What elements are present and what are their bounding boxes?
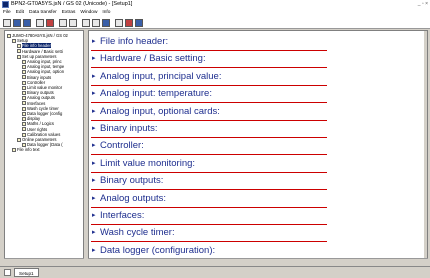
tree-horizontal-scrollbar[interactable] [4, 258, 84, 264]
bullet-arrow-icon: ▸ [92, 159, 96, 167]
settings-icon[interactable] [115, 19, 123, 27]
tree-item-label: File info text [17, 147, 40, 153]
tree-view[interactable]: JUMO-4780A5YS.jsN / GS 02 Setup File info … [4, 30, 84, 260]
menu-item-window[interactable]: Window [80, 10, 97, 15]
section-heading-label: File info header: [100, 36, 169, 47]
section-heading[interactable]: ▸ Binary inputs: [91, 120, 327, 138]
section-heading-label: Hardware / Basic setting: [100, 53, 206, 65]
print-icon[interactable] [36, 19, 44, 27]
bullet-arrow-icon: ▸ [92, 246, 96, 254]
section-heading-label: Data logger (configuration): [100, 244, 216, 256]
section-heading-label: Wash cycle timer: [100, 227, 175, 239]
open-icon[interactable] [13, 19, 21, 27]
section-heading-label: Analog outputs: [100, 192, 167, 204]
section-heading-label: Interfaces: [100, 210, 145, 221]
content-pane: ▸ File info header: ▸ Hardware / Basic sett… [88, 30, 428, 261]
chart-icon[interactable] [125, 19, 133, 27]
tree-item[interactable]: File info text [12, 147, 40, 152]
menu-item-edit[interactable]: Edit [16, 10, 24, 15]
bullet-arrow-icon: ▸ [92, 212, 96, 219]
section-heading[interactable]: ▸ Analog input, principal value: [91, 68, 327, 86]
bullet-arrow-icon: ▸ [92, 142, 96, 150]
new-icon[interactable] [3, 19, 11, 27]
bullet-arrow-icon: ▸ [92, 55, 96, 63]
bullet-arrow-icon: ▸ [92, 229, 96, 237]
bullet-arrow-icon: ▸ [92, 72, 96, 80]
section-heading[interactable]: ▸ Controller: [91, 137, 327, 156]
folder-icon [12, 148, 16, 153]
status-bar: Setup1 [0, 266, 430, 278]
section-heading-label: Analog input, principal value: [100, 70, 222, 82]
section-heading[interactable]: ▸ Analog outputs: [91, 190, 327, 208]
folder-icon [12, 39, 16, 44]
menu-item-data-transfer[interactable]: Data transfer [29, 10, 57, 15]
bullet-arrow-icon: ▸ [92, 38, 96, 45]
section-heading[interactable]: ▸ Analog input, optional cards: [91, 103, 327, 121]
transfer-icon[interactable] [46, 19, 54, 27]
app-icon [2, 1, 9, 8]
undo-icon[interactable] [59, 19, 67, 27]
section-heading[interactable]: ▸ Limit value monitoring: [91, 155, 327, 173]
connect-icon[interactable] [102, 19, 110, 27]
menu-bar: File Edit Data transfer Extras Window Info [0, 9, 430, 17]
section-heading[interactable]: ▸ Binary outputs: [91, 172, 327, 191]
section-heading-label: Binary inputs: [100, 123, 158, 134]
content-vertical-scrollbar[interactable] [424, 31, 427, 261]
section-heading-label: Limit value monitoring: [100, 157, 196, 169]
section-heading-label: Binary outputs: [100, 175, 164, 187]
folder-icon [17, 54, 21, 59]
save-icon[interactable] [23, 19, 31, 27]
bullet-arrow-icon: ▸ [92, 194, 96, 202]
section-heading-label: Analog input, optional cards: [100, 105, 220, 117]
section-heading[interactable]: ▸ File info header: [91, 33, 327, 51]
section-heading-label: Controller: [100, 140, 144, 152]
toolbar [0, 17, 430, 29]
folder-icon [7, 33, 11, 38]
bullet-arrow-icon: ▸ [92, 107, 96, 115]
list-icon[interactable] [135, 19, 143, 27]
section-heading[interactable]: ▸ Interfaces: [91, 207, 327, 225]
section-heading[interactable]: ▸ Analog input: temperature: [91, 85, 327, 104]
copy-icon[interactable] [82, 19, 90, 27]
menu-item-info[interactable]: Info [102, 10, 110, 15]
content-horizontal-scrollbar[interactable] [88, 258, 428, 264]
menu-item-extras[interactable]: Extras [62, 10, 76, 15]
bullet-arrow-icon: ▸ [92, 177, 96, 185]
section-heading[interactable]: ▸ Hardware / Basic setting: [91, 50, 327, 69]
window-controls[interactable]: _ ▫ × [418, 0, 428, 9]
tab-setup1[interactable]: Setup1 [14, 268, 39, 277]
bullet-arrow-icon: ▸ [92, 90, 96, 98]
bullet-arrow-icon: ▸ [92, 125, 96, 132]
section-heading[interactable]: ▸ Wash cycle timer: [91, 224, 327, 243]
paste-icon[interactable] [92, 19, 100, 27]
document-icon [4, 269, 11, 276]
section-heading-label: Analog input: temperature: [100, 88, 212, 100]
title-bar: BPN2-GT0A5YS.jsN / GS 02 (Unicode) - [Se… [0, 0, 430, 9]
folder-icon [17, 137, 21, 142]
menu-item-file[interactable]: File [3, 10, 11, 15]
redo-icon[interactable] [69, 19, 77, 27]
window-title: BPN2-GT0A5YS.jsN / GS 02 (Unicode) - [Se… [11, 1, 133, 7]
